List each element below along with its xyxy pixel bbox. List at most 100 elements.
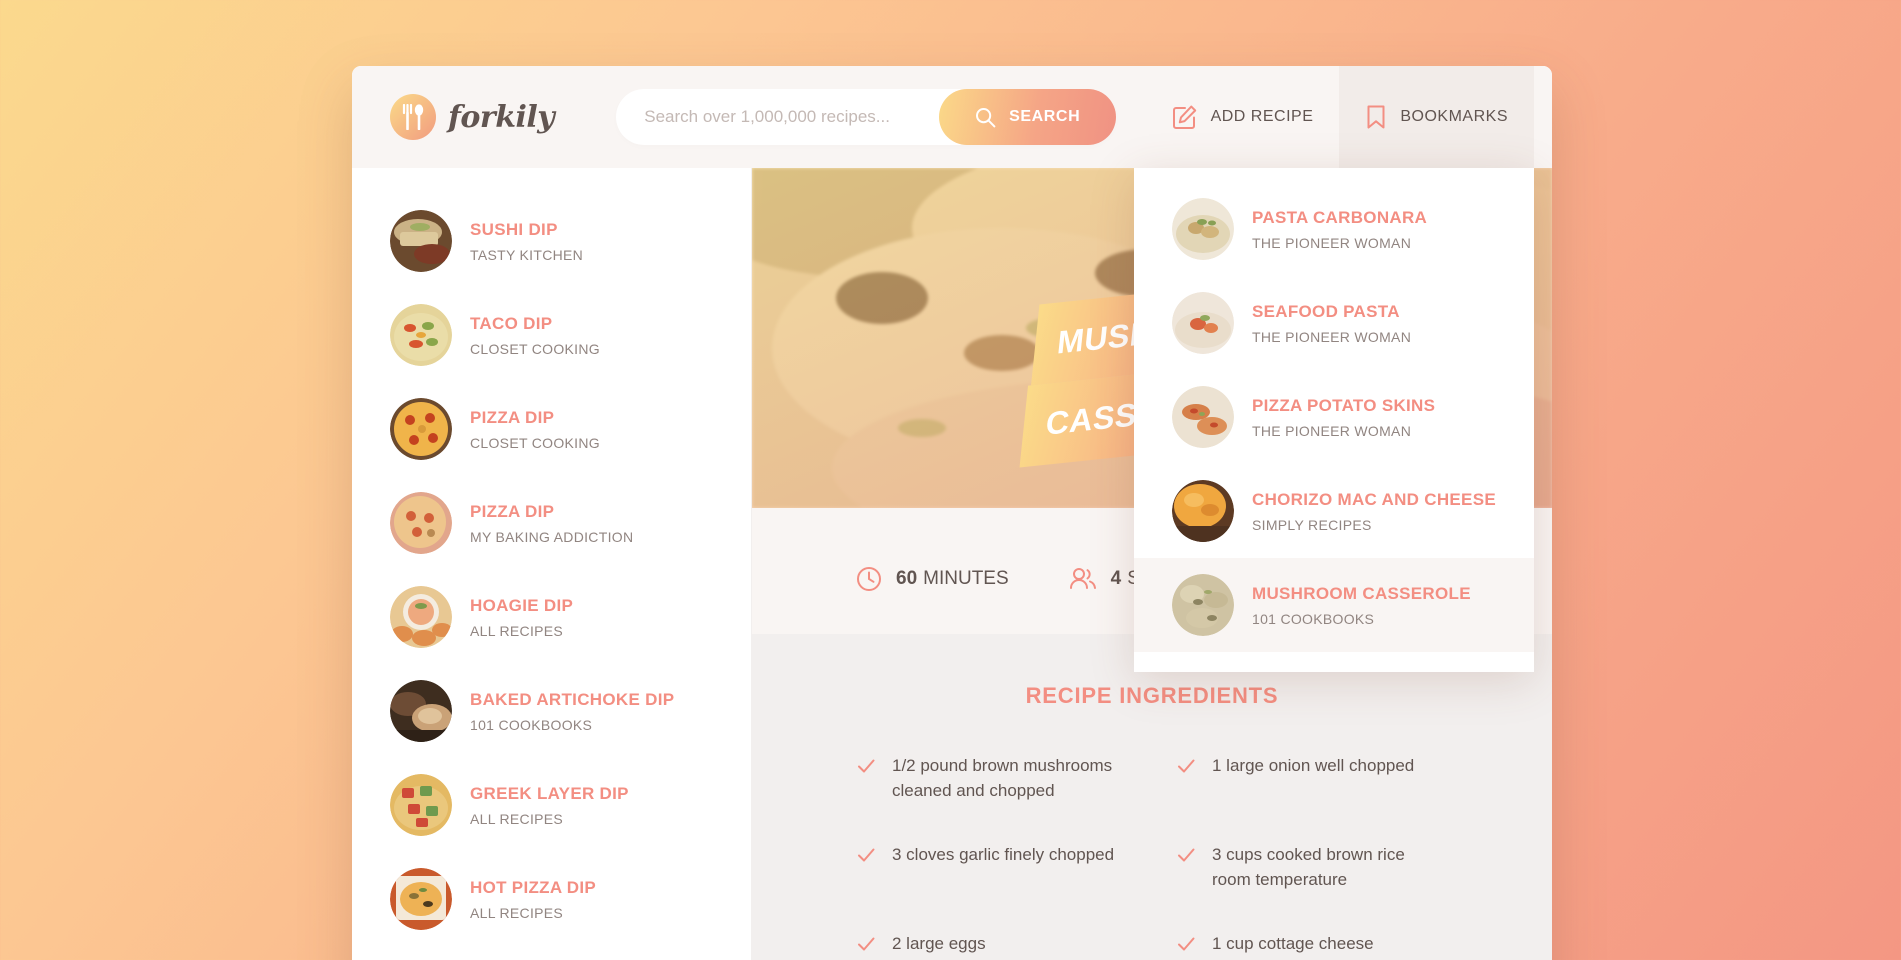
bookmark-title: CHORIZO MAC AND CHEESE <box>1252 489 1496 509</box>
mushroom-casserole-thumb <box>1172 574 1234 636</box>
bookmark-title: PIZZA POTATO SKINS <box>1252 395 1436 415</box>
check-icon <box>1176 934 1198 957</box>
result-item[interactable]: HOT PIZZA DIP ALL RECIPES <box>352 852 751 946</box>
bookmark-publisher: SIMPLY RECIPES <box>1252 516 1372 533</box>
hoagie-dip-thumb <box>390 586 452 648</box>
bookmark-title: MUSHROOM CASSEROLE <box>1252 583 1471 603</box>
result-publisher: ALL RECIPES <box>470 810 564 827</box>
ingredients-heading: RECIPE INGREDIENTS <box>1025 683 1279 708</box>
bookmark-data: PIZZA POTATO SKINS THE PIONEER WOMAN <box>1252 396 1435 439</box>
bookmark-data: CHORIZO MAC AND CHEESE SIMPLY RECIPES <box>1252 490 1496 533</box>
ingredient-list: 1/2 pound brown mushrooms cleaned and ch… <box>856 754 1448 960</box>
logo-text: forkily <box>448 99 555 135</box>
ingredient-item: 3 cloves garlic finely chopped <box>856 843 1128 892</box>
result-publisher: CLOSET COOKING <box>470 434 600 451</box>
result-publisher: CLOSET COOKING <box>470 340 600 357</box>
ingredient-item: 2 large eggs <box>856 932 1128 957</box>
seafood-pasta-thumb <box>1172 292 1234 354</box>
result-item[interactable]: GREEK LAYER DIP ALL RECIPES <box>352 758 751 852</box>
bookmark-data: MUSHROOM CASSEROLE 101 COOKBOOKS <box>1252 584 1471 627</box>
taco-dip-thumb <box>390 304 452 366</box>
check-icon <box>1176 756 1198 803</box>
forkify-app-window: forkily SEARCH <box>352 66 1552 960</box>
recipe-servings-value: 4 <box>1110 568 1122 589</box>
ingredient-item: 1 cup cottage cheese <box>1176 932 1448 957</box>
header-nav: ADD RECIPE BOOKMARKS <box>1146 66 1552 168</box>
hot-pizza-dip-thumb <box>390 868 452 930</box>
result-title: PIZZA DIP <box>470 501 555 521</box>
bookmarks-panel: PASTA CARBONARA THE PIONEER WOMAN SEAFOO… <box>1134 168 1534 672</box>
check-icon <box>856 934 878 957</box>
result-item[interactable]: HUMMUS LAYER DIP ALL RECIPES <box>352 946 751 960</box>
result-title: PIZZA DIP <box>470 407 555 427</box>
recipe-ingredients-section: RECIPE INGREDIENTS 1/2 pound brown mushr… <box>752 634 1552 960</box>
bookmark-item[interactable]: SEAFOOD PASTA THE PIONEER WOMAN <box>1134 276 1534 370</box>
clock-icon <box>856 566 882 592</box>
bookmark-publisher: THE PIONEER WOMAN <box>1252 234 1412 251</box>
chorizo-mac-and-cheese-thumb <box>1172 480 1234 542</box>
bookmark-title: PASTA CARBONARA <box>1252 207 1428 227</box>
bookmarks-button[interactable]: BOOKMARKS <box>1339 66 1534 168</box>
result-data: BAKED ARTICHOKE DIP 101 COOKBOOKS <box>470 690 674 733</box>
result-item[interactable]: SUSHI DIP TASTY KITCHEN <box>352 194 751 288</box>
ingredient-text: 3 cloves garlic finely chopped <box>892 845 1115 865</box>
search-button[interactable]: SEARCH <box>939 89 1117 145</box>
result-title: HOT PIZZA DIP <box>470 877 597 897</box>
result-title: BAKED ARTICHOKE DIP <box>470 689 675 709</box>
search-input[interactable] <box>644 89 940 145</box>
ingredient-item: 1/2 pound brown mushrooms cleaned and ch… <box>856 754 1128 803</box>
ingredient-item: 1 large onion well chopped <box>1176 754 1448 803</box>
ingredient-text: 1 cup cottage cheese <box>1212 934 1374 954</box>
result-title: TACO DIP <box>470 313 553 333</box>
result-data: HOT PIZZA DIP ALL RECIPES <box>470 878 596 921</box>
app-header: forkily SEARCH <box>352 66 1552 672</box>
result-publisher: TASTY KITCHEN <box>470 246 584 263</box>
ingredient-text: 1 large onion well chopped <box>1212 755 1415 775</box>
bookmark-publisher: THE PIONEER WOMAN <box>1252 422 1412 439</box>
result-data: SUSHI DIP TASTY KITCHEN <box>470 220 583 263</box>
result-item[interactable]: PIZZA DIP CLOSET COOKING <box>352 382 751 476</box>
result-data: HOAGIE DIP ALL RECIPES <box>470 596 573 639</box>
users-icon <box>1069 566 1097 592</box>
result-item[interactable]: TACO DIP CLOSET COOKING <box>352 288 751 382</box>
ingredient-text: 2 large eggs <box>892 934 986 954</box>
bookmark-data: PASTA CARBONARA THE PIONEER WOMAN <box>1252 208 1427 251</box>
pizza-potato-skins-thumb <box>1172 386 1234 448</box>
greek-layer-dip-thumb <box>390 774 452 836</box>
result-publisher: ALL RECIPES <box>470 904 564 921</box>
add-recipe-label: ADD RECIPE <box>1210 108 1314 125</box>
result-data: PIZZA DIP MY BAKING ADDICTION <box>470 502 633 545</box>
bookmark-title: SEAFOOD PASTA <box>1252 301 1400 321</box>
result-data: PIZZA DIP CLOSET COOKING <box>470 408 600 451</box>
bookmark-item[interactable]: CHORIZO MAC AND CHEESE SIMPLY RECIPES <box>1134 464 1534 558</box>
bookmarks-label: BOOKMARKS <box>1400 108 1508 125</box>
recipe-time-value: 60 <box>896 568 918 589</box>
ingredient-text: 1/2 pound brown mushrooms cleaned and ch… <box>892 755 1113 800</box>
logo[interactable]: forkily <box>390 94 555 140</box>
bookmark-publisher: THE PIONEER WOMAN <box>1252 328 1412 345</box>
pizza-dip-2-thumb <box>390 492 452 554</box>
search-button-label: SEARCH <box>1009 108 1081 125</box>
add-recipe-button[interactable]: ADD RECIPE <box>1146 66 1340 168</box>
result-item[interactable]: PIZZA DIP MY BAKING ADDICTION <box>352 476 751 570</box>
result-publisher: 101 COOKBOOKS <box>470 716 593 733</box>
ingredient-text: 3 cups cooked brown rice room temperatur… <box>1212 845 1405 889</box>
bookmark-item-active[interactable]: MUSHROOM CASSEROLE 101 COOKBOOKS <box>1134 558 1534 652</box>
check-icon <box>1176 845 1198 892</box>
bookmark-data: SEAFOOD PASTA THE PIONEER WOMAN <box>1252 302 1411 345</box>
result-item[interactable]: HOAGIE DIP ALL RECIPES <box>352 570 751 664</box>
bookmark-item[interactable]: PASTA CARBONARA THE PIONEER WOMAN <box>1134 182 1534 276</box>
result-title: GREEK LAYER DIP <box>470 783 629 803</box>
check-icon <box>856 756 878 803</box>
edit-square-icon <box>1172 104 1198 130</box>
bookmark-item[interactable]: PIZZA POTATO SKINS THE PIONEER WOMAN <box>1134 370 1534 464</box>
result-item[interactable]: BAKED ARTICHOKE DIP 101 COOKBOOKS <box>352 664 751 758</box>
pizza-dip-thumb <box>390 398 452 460</box>
ingredient-item: 3 cups cooked brown rice room temperatur… <box>1176 843 1448 892</box>
recipe-time-label: MINUTES <box>923 568 1009 589</box>
recipe-time: 60 MINUTES <box>856 566 1009 592</box>
check-icon <box>856 845 878 892</box>
baked-artichoke-dip-thumb <box>390 680 452 742</box>
search-results-list: SUSHI DIP TASTY KITCHEN TACO DIP CLOSET … <box>352 168 752 960</box>
pasta-carbonara-thumb <box>1172 198 1234 260</box>
